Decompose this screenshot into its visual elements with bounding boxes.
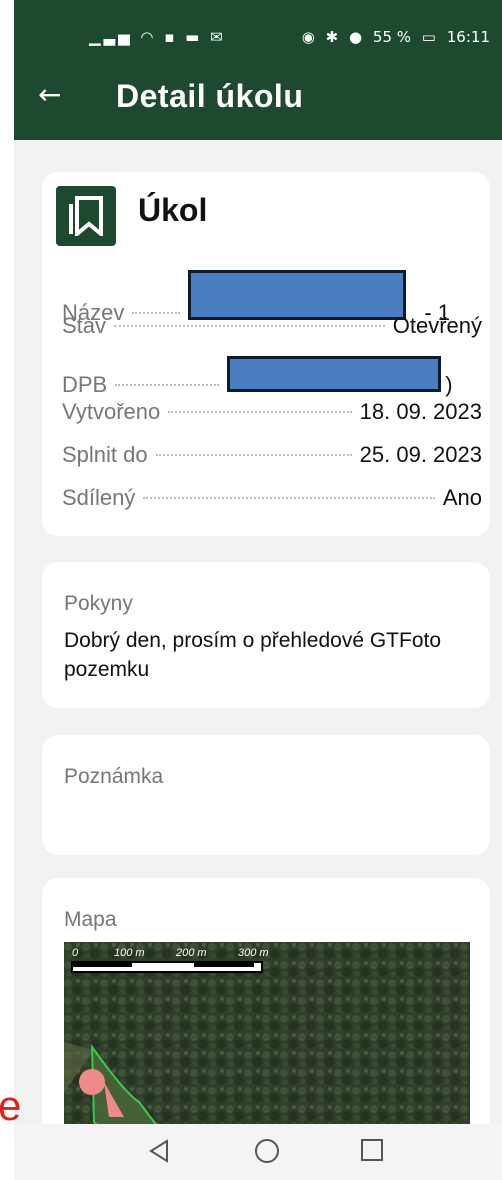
instructions-card: Pokyny Dobrý den, prosím o přehledové GT…: [42, 562, 490, 708]
row-value: 25. 09. 2023: [359, 442, 482, 467]
bluetooth-icon: ✱: [325, 28, 339, 46]
status-time: 16:11: [446, 28, 490, 46]
row-label: DPB: [62, 372, 108, 397]
row-value: ): [445, 372, 453, 397]
row-label: Sdílený: [62, 485, 136, 510]
scale-label: 0: [72, 947, 79, 959]
bookmark-icon: [56, 186, 116, 246]
phone-screen: ▁▃▅ ◠ ▪ ▬ ✉ ◉ ✱ ● 55 % ▭ 16:11 ← Detail …: [14, 0, 502, 1180]
note-label: Poznámka: [64, 765, 164, 788]
nav-home-icon[interactable]: [254, 1138, 280, 1164]
row-name: Název - 1: [62, 270, 482, 325]
row-value: 18. 09. 2023: [359, 399, 482, 424]
row-value: Otevřený: [392, 313, 482, 338]
map-label: Mapa: [64, 908, 117, 931]
location-icon: ●: [349, 28, 363, 46]
task-title: Úkol: [138, 192, 208, 228]
row-due: Splnit do 25. 09. 2023: [62, 442, 482, 485]
row-shared: Sdílený Ano: [62, 485, 482, 528]
scale-label: 100 m: [114, 947, 145, 959]
status-bar: ▁▃▅ ◠ ▪ ▬ ✉ ◉ ✱ ● 55 % ▭ 16:11: [14, 20, 502, 56]
back-arrow-icon[interactable]: ←: [38, 78, 61, 111]
row-label: Splnit do: [62, 442, 148, 467]
battery-icon: ▭: [421, 28, 436, 46]
page-title: Detail úkolu: [116, 78, 304, 114]
status-left-icons: ▁▃▅ ◠ ▪ ▬ ✉: [89, 28, 226, 46]
row-label: Vytvořeno: [62, 399, 161, 424]
redaction-box: [188, 270, 407, 320]
system-nav-bar: [14, 1124, 502, 1180]
status-right: ◉ ✱ ● 55 % ▭ 16:11: [296, 28, 490, 46]
redaction-box: [227, 356, 442, 392]
instructions-label: Pokyny: [64, 592, 133, 615]
note-card: Poznámka: [42, 735, 490, 855]
scale-label: 200 m: [176, 947, 207, 959]
instructions-text: Dobrý den, prosím o přehledové GTFoto po…: [64, 629, 442, 681]
row-created: Vytvořeno 18. 09. 2023: [62, 399, 482, 442]
task-card: Úkol Název - 1 Stav Otevřený DPB ) Vytvo…: [42, 172, 490, 536]
row-label: Stav: [62, 313, 107, 338]
task-details: Název - 1 Stav Otevřený DPB ) Vytvořeno …: [62, 270, 482, 528]
overlay-annotation-letter: e: [0, 1082, 22, 1129]
row-value: Ano: [442, 485, 482, 510]
app-bar: ▁▃▅ ◠ ▪ ▬ ✉ ◉ ✱ ● 55 % ▭ 16:11 ← Detail …: [14, 0, 502, 140]
row-dpb: DPB ): [62, 356, 482, 399]
scale-label: 300 m: [238, 947, 269, 959]
nav-recent-icon[interactable]: [360, 1138, 384, 1162]
battery-percent: 55 %: [372, 28, 412, 46]
nav-back-icon[interactable]: [148, 1138, 170, 1164]
nfc-icon: ◉: [301, 28, 315, 46]
